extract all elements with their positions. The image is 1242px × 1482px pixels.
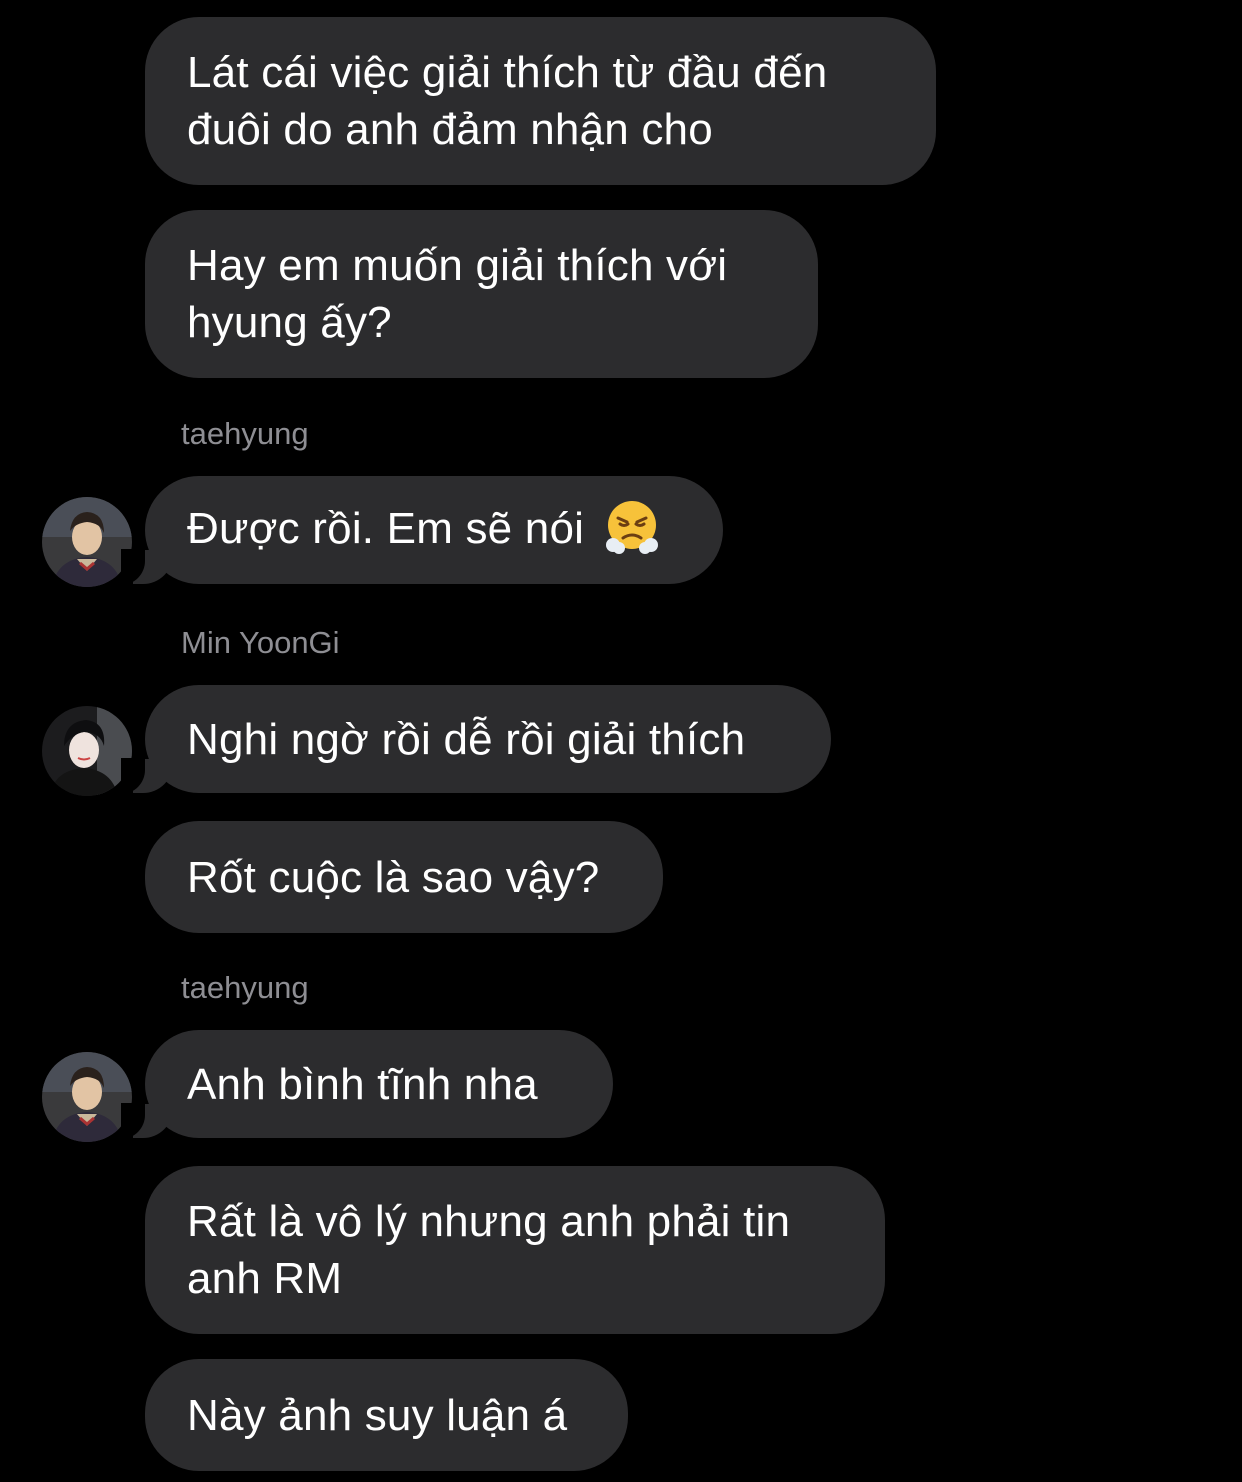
message-bubble[interactable]: Anh bình tĩnh nha [121,1030,613,1139]
face-with-steam-from-nose-icon [605,501,658,555]
avatar[interactable] [42,706,132,796]
message-bubble[interactable]: Lát cái việc giải thích từ đầu đến đuôi … [145,17,936,185]
message-bubble[interactable]: Được rồi. Em sẽ nói [121,476,723,585]
message-text: Này ảnh suy luận á [187,1390,568,1440]
message-text-content: Được rồi. Em sẽ nói [187,503,585,553]
message-text: Nghi ngờ rồi dễ rồi giải thích [187,714,746,764]
message-text: Hay em muốn giải thích với hyung ấy? [187,241,728,347]
message-text: Lát cái việc giải thích từ đầu đến đuôi … [187,48,828,154]
avatar[interactable] [42,497,132,587]
message-bubble[interactable]: Rất là vô lý nhưng anh phải tin anh RM [145,1166,885,1334]
message-bubble[interactable]: Nghi ngờ rồi dễ rồi giải thích [121,685,831,794]
sender-name: Min YoonGi [181,625,340,660]
sender-name: taehyung [181,416,309,451]
message-bubble[interactable]: Này ảnh suy luận á [145,1359,628,1471]
chat-thread: Lát cái việc giải thích từ đầu đến đuôi … [0,0,1242,1482]
message-text: Rất là vô lý nhưng anh phải tin anh RM [187,1197,791,1303]
avatar-photo-icon [42,1052,132,1142]
sender-name: taehyung [181,970,309,1005]
message-text: Rốt cuộc là sao vậy? [187,852,600,902]
avatar[interactable] [42,1052,132,1142]
message-bubble[interactable]: Rốt cuộc là sao vậy? [145,821,663,933]
message-text: Anh bình tĩnh nha [187,1059,538,1109]
avatar-photo-icon [42,497,132,587]
message-text: Được rồi. Em sẽ nói [187,500,661,560]
message-bubble[interactable]: Hay em muốn giải thích với hyung ấy? [145,210,818,378]
avatar-photo-icon [42,706,132,796]
